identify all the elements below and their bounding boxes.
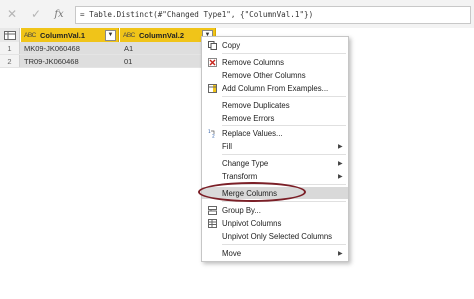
menu-item-unpivot-only-selected[interactable]: Unpivot Only Selected Columns [202,230,348,242]
column-filter-dropdown[interactable]: ▼ [105,29,116,41]
column-name: ColumnVal.2 [139,30,185,40]
column-header-1[interactable]: ABC ColumnVal.1 ▼ [21,28,119,42]
submenu-arrow-icon: ▶ [338,173,343,180]
add-column-examples-icon [202,83,222,93]
menu-separator [222,154,346,155]
menu-item-label: Change Type [222,158,269,168]
text-type-icon[interactable]: ABC [123,32,139,39]
menu-item-change-type[interactable]: Change Type ▶ [202,157,348,169]
menu-item-remove-other-columns[interactable]: Remove Other Columns [202,69,348,81]
menu-item-label: Remove Columns [222,57,284,67]
menu-separator [222,96,346,97]
table-menu-corner[interactable] [0,28,20,42]
menu-item-label: Copy [222,40,241,50]
highlight-annotation-ellipse [198,182,306,202]
group-by-icon [202,205,222,215]
menu-item-label: Unpivot Columns [222,218,282,228]
menu-item-add-column-from-examples[interactable]: Add Column From Examples... [202,82,348,94]
menu-item-label: Remove Duplicates [222,100,290,110]
menu-separator [222,53,346,54]
svg-text:2: 2 [212,133,215,138]
menu-item-fill[interactable]: Fill ▶ [202,140,348,152]
submenu-arrow-icon: ▶ [338,160,343,167]
fx-icon[interactable]: fx [48,2,70,26]
text-type-icon[interactable]: ABC [24,32,40,39]
svg-text:1: 1 [208,129,211,135]
cell[interactable]: TR09-JK060468 [20,57,120,66]
cell[interactable]: MK09-JK060468 [20,44,120,53]
menu-separator [222,125,346,126]
menu-item-label: Transform [222,171,258,181]
menu-item-label: Replace Values... [222,128,283,138]
formula-bar: ✕ ✓ fx = Table.Distinct(#"Changed Type1"… [0,0,474,28]
menu-item-label: Unpivot Only Selected Columns [222,231,333,241]
submenu-arrow-icon: ▶ [338,143,343,150]
row-number: 2 [0,55,20,67]
column-context-menu: Copy Remove Columns Remove Other Columns… [201,36,349,262]
menu-item-label: Add Column From Examples... [222,83,329,93]
menu-item-move[interactable]: Move ▶ [202,247,348,259]
table-row[interactable]: 2 TR09-JK060468 01 [0,55,216,68]
formula-input[interactable]: = Table.Distinct(#"Changed Type1", {"Col… [75,6,471,24]
menu-item-replace-values[interactable]: 12 Replace Values... [202,127,348,139]
menu-item-remove-duplicates[interactable]: Remove Duplicates [202,99,348,111]
menu-item-unpivot-columns[interactable]: Unpivot Columns [202,217,348,229]
menu-item-remove-columns[interactable]: Remove Columns [202,56,348,68]
submenu-arrow-icon: ▶ [338,250,343,257]
menu-item-group-by[interactable]: Group By... [202,204,348,216]
menu-item-remove-errors[interactable]: Remove Errors [202,112,348,124]
menu-item-label: Remove Errors [222,113,275,123]
unpivot-icon [202,218,222,228]
menu-item-label: Remove Other Columns [222,70,306,80]
copy-icon [202,40,222,50]
remove-columns-icon [202,57,222,67]
menu-item-transform[interactable]: Transform ▶ [202,170,348,182]
column-name: ColumnVal.1 [40,30,86,40]
commit-formula-icon[interactable]: ✓ [24,2,48,26]
menu-item-copy[interactable]: Copy [202,39,348,51]
table-row[interactable]: 1 MK09-JK060468 A1 [0,42,216,55]
menu-item-label: Fill [222,141,232,151]
menu-item-label: Group By... [222,205,261,215]
menu-item-label: Move [222,248,242,258]
menu-separator [222,244,346,245]
replace-values-icon: 12 [202,129,222,138]
power-query-window: ✕ ✓ fx = Table.Distinct(#"Changed Type1"… [0,0,474,299]
table-icon [3,30,16,40]
row-number: 1 [0,42,20,54]
cancel-formula-icon[interactable]: ✕ [0,2,24,26]
